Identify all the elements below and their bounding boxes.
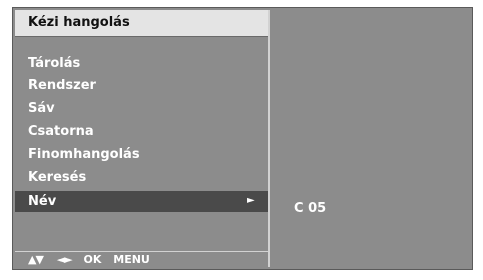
menu-item-tarolas[interactable]: Tárolás bbox=[15, 53, 268, 74]
menu-item-rendszer[interactable]: Rendszer bbox=[15, 75, 268, 96]
menu-item-finomhangolas[interactable]: Finomhangolás bbox=[15, 144, 268, 165]
title-bar: Kézi hangolás bbox=[15, 10, 268, 37]
menu-item-sav[interactable]: Sáv bbox=[15, 98, 268, 119]
menu-panel: Kézi hangolás Tárolás Rendszer Sáv Csato… bbox=[15, 10, 270, 267]
up-down-arrows-icon: ▲▼ bbox=[28, 253, 44, 266]
menu-item-label: Tárolás bbox=[28, 56, 81, 71]
menu-item-nev[interactable]: Név ► bbox=[15, 191, 268, 212]
value-panel: C 05 bbox=[270, 10, 470, 267]
menu-item-label: Keresés bbox=[28, 170, 87, 185]
menu-item-label: Név bbox=[28, 194, 57, 209]
menu-key-label: MENU bbox=[113, 253, 150, 266]
menu-item-kereses[interactable]: Keresés bbox=[15, 167, 268, 188]
channel-name-value: C 05 bbox=[294, 201, 327, 216]
menu-title: Kézi hangolás bbox=[28, 15, 130, 30]
menu-item-label: Csatorna bbox=[28, 124, 94, 139]
menu-item-label: Rendszer bbox=[28, 78, 96, 93]
arrow-right-icon: ► bbox=[247, 195, 255, 206]
osd-window: Kézi hangolás Tárolás Rendszer Sáv Csato… bbox=[12, 7, 473, 270]
menu-item-label: Sáv bbox=[28, 101, 55, 116]
menu-item-label: Finomhangolás bbox=[28, 147, 140, 162]
left-right-arrows-icon: ◄► bbox=[56, 253, 73, 266]
footer-bar: ▲▼ ◄► OK MENU bbox=[15, 251, 268, 267]
footer-hints: ▲▼ ◄► OK MENU bbox=[28, 253, 150, 266]
ok-key-label: OK bbox=[83, 253, 102, 266]
menu-item-csatorna[interactable]: Csatorna bbox=[15, 121, 268, 142]
